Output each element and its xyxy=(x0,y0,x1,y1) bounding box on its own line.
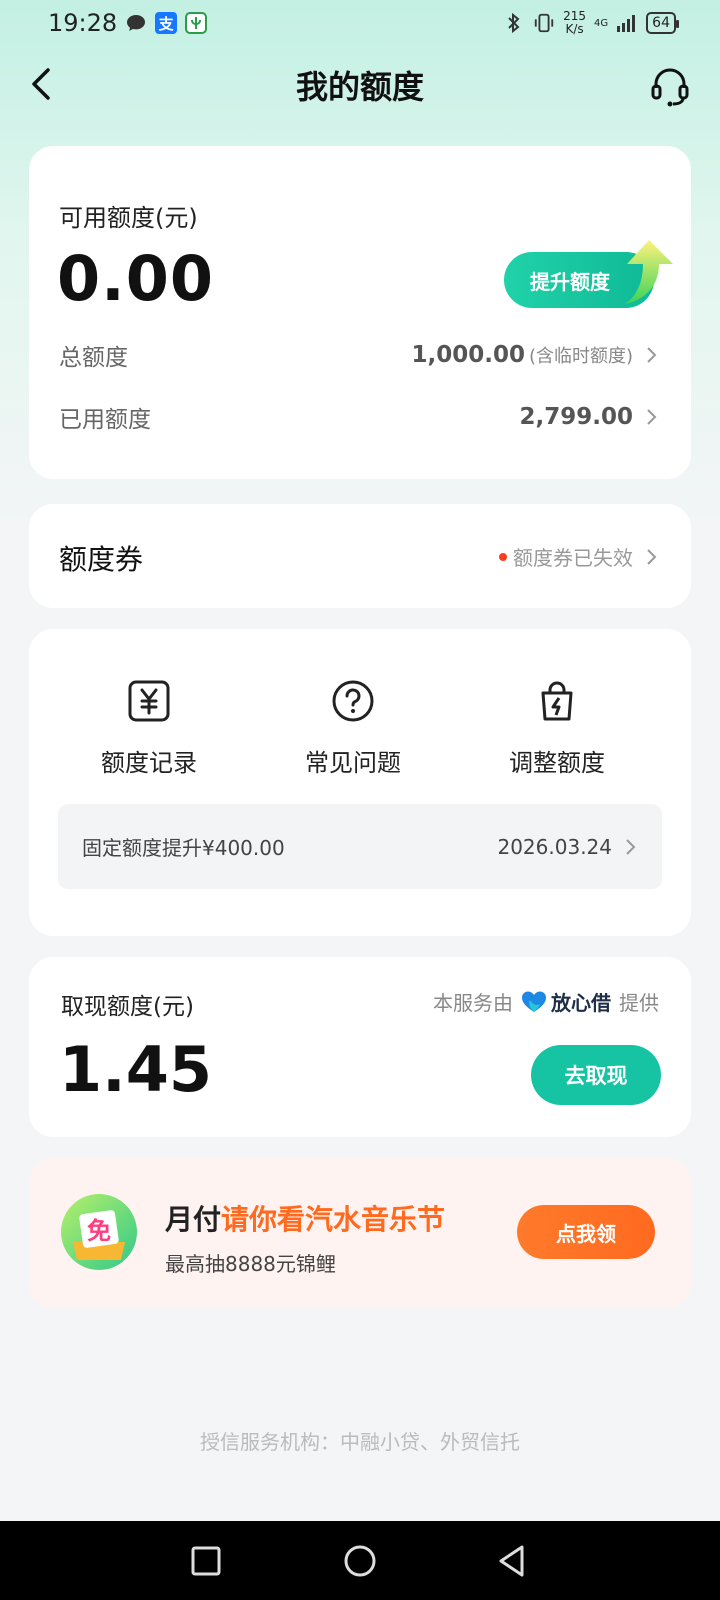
menu-item-credit-records[interactable]: 额度记录 xyxy=(49,677,249,778)
vibrate-icon xyxy=(533,12,555,34)
network-speed: 215 K/s xyxy=(563,10,586,36)
withdraw-cash-button[interactable]: 去取现 xyxy=(531,1045,661,1105)
promo-title: 月付请你看汽水音乐节 xyxy=(165,1198,445,1238)
notice-text: 固定额度提升¥400.00 xyxy=(82,836,285,860)
total-credit-label: 总额度 xyxy=(59,345,128,371)
claim-button[interactable]: 点我领 xyxy=(517,1205,655,1259)
triangle-back-icon xyxy=(499,1545,524,1577)
up-arrow-icon xyxy=(625,240,673,304)
raise-credit-label: 提升额度 xyxy=(530,269,610,294)
cash-limit-amount: 1.45 xyxy=(59,1033,212,1106)
free-ticket-icon: 免 xyxy=(61,1194,137,1270)
system-back-button[interactable] xyxy=(492,1541,532,1581)
promo-banner[interactable]: 免 月付请你看汽水音乐节 最高抽8888元锦鲤 点我领 xyxy=(29,1158,691,1308)
available-credit-label: 可用额度(元) xyxy=(59,204,198,232)
recent-apps-button[interactable] xyxy=(186,1541,226,1581)
credit-institution-note: 授信服务机构：中融小贷、外贸信托 xyxy=(200,1430,520,1454)
menu-item-adjust-credit[interactable]: 调整额度 xyxy=(457,677,657,778)
coupon-status-text: 额度券已失效 xyxy=(513,546,633,570)
total-credit-value: 1,000.00 xyxy=(411,342,525,368)
system-navigation-bar xyxy=(0,1521,720,1600)
menu-item-faq[interactable]: 常见问题 xyxy=(253,677,453,778)
coupon-status: 额度券已失效 xyxy=(499,542,659,571)
claim-button-label: 点我领 xyxy=(556,1221,616,1246)
chevron-right-icon xyxy=(647,548,657,565)
yen-doc-icon xyxy=(128,680,170,722)
coupon-title: 额度券 xyxy=(59,543,144,576)
promo-title-highlight: 请你看汽水音乐节 xyxy=(221,1203,446,1236)
promo-icon-glyph: 免 xyxy=(87,1217,111,1245)
customer-service-button[interactable] xyxy=(648,64,692,108)
used-credit-label: 已用额度 xyxy=(59,407,151,433)
notice-date: 2026.03.24 xyxy=(497,834,612,859)
nav-bar: 我的额度 xyxy=(0,52,720,116)
home-button[interactable] xyxy=(340,1541,380,1581)
cash-withdrawal-card: 取现额度(元) 本服务由 放心借 提供 1.45 去取现 xyxy=(29,957,691,1137)
bluetooth-icon xyxy=(503,12,525,34)
alert-dot xyxy=(499,552,507,561)
chevron-right-icon xyxy=(647,347,657,363)
question-icon xyxy=(332,680,374,722)
promo-subtitle: 最高抽8888元锦鲤 xyxy=(165,1252,336,1276)
provider-suffix: 提供 xyxy=(619,991,659,1015)
provider-brand: 放心借 xyxy=(521,987,611,1016)
service-provider: 本服务由 放心借 提供 xyxy=(433,987,659,1016)
bag-bolt-icon xyxy=(541,681,573,721)
heart-logo-icon xyxy=(522,991,546,1012)
used-credit-value: 2,799.00 xyxy=(519,404,634,430)
app-notification-icon xyxy=(185,12,208,34)
credit-coupon-card[interactable]: 额度券 额度券已失效 xyxy=(29,504,691,608)
headset-icon xyxy=(651,68,689,107)
alipay-icon: 支 xyxy=(155,12,178,34)
menu-label: 调整额度 xyxy=(509,749,605,777)
available-credit-amount: 0.00 xyxy=(57,242,214,315)
status-bar: 19:28 支 215 K/s 4G 64 xyxy=(0,0,720,46)
page-title: 我的额度 xyxy=(295,68,424,106)
total-credit-note: (含临时额度) xyxy=(528,346,633,367)
credit-increase-notice[interactable]: 固定额度提升¥400.00 2026.03.24 xyxy=(58,804,662,889)
used-credit-row[interactable]: 已用额度 2,799.00 xyxy=(59,400,659,434)
chat-bubble-icon xyxy=(125,12,147,34)
promo-title-plain: 月付 xyxy=(165,1203,222,1236)
chevron-right-icon xyxy=(647,409,657,425)
cash-limit-label: 取现额度(元) xyxy=(61,994,194,1020)
network-type: 4G xyxy=(594,17,609,29)
square-icon xyxy=(191,1546,221,1576)
credit-menu-card: 额度记录 常见问题 调整额度 固定额度提升¥400.00 2026.03.24 xyxy=(29,629,691,936)
withdraw-cash-label: 去取现 xyxy=(564,1064,628,1088)
total-credit-row[interactable]: 总额度 1,000.00 (含临时额度) xyxy=(59,338,659,372)
chevron-right-icon xyxy=(626,838,636,855)
available-credit-card: 可用额度(元) 0.00 提升额度 总额度 1,000.00 (含临时额度) 已… xyxy=(29,146,691,479)
status-time: 19:28 xyxy=(48,9,118,37)
signal-icon xyxy=(616,12,638,34)
circle-icon xyxy=(344,1545,376,1577)
speed-unit: K/s xyxy=(565,22,584,36)
battery-level: 64 xyxy=(652,15,670,31)
menu-label: 额度记录 xyxy=(101,749,197,777)
menu-label: 常见问题 xyxy=(305,749,401,777)
provider-brand-name: 放心借 xyxy=(551,991,611,1015)
provider-prefix: 本服务由 xyxy=(433,991,513,1015)
battery-indicator: 64 xyxy=(646,12,679,34)
